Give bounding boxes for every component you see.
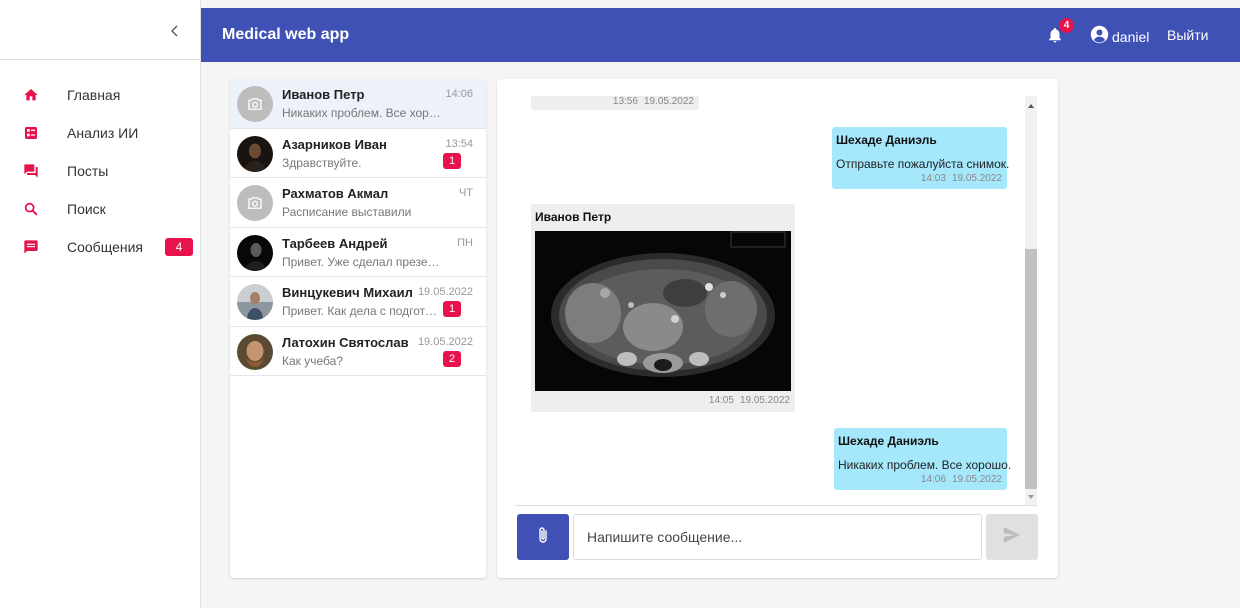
message-text: Никаких проблем. Все хорошо.: [838, 458, 1012, 472]
send-button[interactable]: [986, 514, 1038, 560]
chat-item[interactable]: Винцукевич Михаил Привет. Как дела с под…: [230, 277, 486, 327]
logout-button[interactable]: Выйти: [1167, 27, 1208, 43]
unread-badge: 4: [164, 238, 193, 256]
chat-time: 14:06: [445, 88, 473, 100]
conversation-panel: 13:56 19.05.2022 Шехаде Даниэль Отправьте…: [497, 79, 1058, 578]
chat-item[interactable]: Иванов Петр Никаких проблем. Все хорошо.…: [230, 79, 486, 129]
chat-time: 13:54: [445, 137, 473, 150]
sidebar-item-label: Посты: [67, 163, 109, 179]
sidebar-item-home[interactable]: Главная: [0, 76, 200, 114]
scroll-down-icon[interactable]: [1028, 495, 1034, 499]
chat-item[interactable]: Азарников Иван Здравствуйте. 13:54 1: [230, 129, 486, 178]
account-circle-icon: [1090, 25, 1109, 49]
camera-icon: [237, 86, 273, 122]
sidebar-item-posts[interactable]: Посты: [0, 152, 200, 190]
divider: [515, 505, 1037, 506]
avatar: [237, 135, 273, 172]
sidebar-item-label: Сообщения: [67, 239, 143, 255]
message-author: Шехаде Даниэль: [838, 434, 939, 448]
message-meta: 13:56 19.05.2022: [612, 96, 694, 107]
sidebar-item-label: Анализ ИИ: [67, 125, 139, 141]
unread-badge: 1: [443, 152, 461, 169]
message-incoming: Иванов Петр 14:05 19.05.2022: [531, 204, 795, 412]
notification-badge: 4: [1059, 18, 1074, 33]
chat-item[interactable]: Тарбеев Андрей Привет. Уже сделал презен…: [230, 228, 486, 277]
sidebar-item-ai-analysis[interactable]: Анализ ИИ: [0, 114, 200, 152]
chat-time: 19.05.2022: [417, 335, 473, 348]
chat-preview: Никаких проблем. Все хорошо.: [282, 106, 442, 120]
paperclip-icon: [537, 526, 549, 549]
unread-badge: 2: [443, 350, 461, 367]
message-text: Отправьте пожалуйста снимок.: [836, 157, 1010, 171]
message-icon: [22, 238, 40, 256]
sidebar-item-search[interactable]: Поиск: [0, 190, 200, 228]
chat-item[interactable]: Рахматов Акмал Расписание выставили ЧТ: [230, 178, 486, 228]
app-title: Medical web app: [222, 26, 350, 43]
chat-name: Азарников Иван: [282, 136, 387, 152]
chat-preview: Расписание выставили: [282, 205, 412, 219]
message-list[interactable]: 13:56 19.05.2022 Шехаде Даниэль Отправьте…: [515, 96, 1025, 505]
chat-name: Латохин Святослав: [282, 334, 409, 350]
chat-preview: Здравствуйте.: [282, 155, 362, 170]
chat-time: ПН: [457, 236, 473, 249]
message-author: Шехаде Даниэль: [836, 133, 937, 147]
chat-time: 19.05.2022: [417, 286, 473, 298]
message-meta: 14:06 19.05.2022: [920, 474, 1002, 485]
home-icon: [22, 86, 40, 104]
message-meta: 14:05 19.05.2022: [708, 395, 790, 406]
chat-name: Рахматов Акмал: [282, 186, 389, 201]
username: daniel: [1112, 29, 1150, 45]
avatar: [237, 234, 273, 271]
attach-button[interactable]: [517, 514, 569, 560]
forum-icon: [22, 162, 40, 180]
message-outgoing: Шехаде Даниэль Отправьте пожалуйста сним…: [832, 127, 1010, 189]
sidebar-item-label: Главная: [67, 87, 121, 103]
sidebar-nav: Главная Анализ ИИ Посты Поиск Сообщения: [0, 76, 200, 266]
sidebar-top: [0, 0, 200, 60]
message-author: Иванов Петр: [535, 210, 612, 224]
sidebar-item-label: Поиск: [67, 201, 106, 217]
message-incoming: 13:56 19.05.2022: [531, 96, 699, 110]
unread-badge: 1: [443, 301, 461, 317]
camera-icon: [237, 185, 273, 221]
message-meta: 14:03 19.05.2022: [920, 173, 1002, 184]
app-header: Medical web app 4 daniel Выйти: [201, 8, 1240, 62]
chat-preview: Привет. Уже сделал презентацию?: [282, 254, 442, 269]
chat-name: Тарбеев Андрей: [282, 235, 388, 251]
chat-preview: Привет. Как дела с подготовкой?: [282, 304, 442, 318]
chevron-left-icon[interactable]: [168, 24, 182, 38]
avatar: [237, 333, 273, 370]
scroll-thumb[interactable]: [1025, 249, 1037, 489]
avatar: [237, 284, 273, 320]
chat-name: Иванов Петр: [282, 87, 365, 102]
mri-scan-image[interactable]: [535, 231, 791, 391]
dashboard-icon: [22, 124, 40, 142]
sidebar-item-messages[interactable]: Сообщения 4: [0, 228, 200, 266]
message-scrollbar[interactable]: [1025, 96, 1037, 505]
chat-name: Винцукевич Михаил: [282, 285, 413, 300]
chat-list: Иванов Петр Никаких проблем. Все хорошо.…: [230, 79, 486, 578]
sidebar: Главная Анализ ИИ Посты Поиск Сообщения: [0, 0, 201, 608]
message-outgoing: Шехаде Даниэль Никаких проблем. Все хоро…: [834, 428, 1011, 490]
chat-item[interactable]: Латохин Святослав Как учеба? 19.05.2022 …: [230, 327, 486, 376]
send-icon: [1003, 526, 1021, 548]
message-input[interactable]: [573, 514, 982, 560]
scroll-up-icon[interactable]: [1028, 104, 1034, 108]
search-icon: [22, 200, 40, 218]
chat-preview: Как учеба?: [282, 353, 343, 368]
user-menu-button[interactable]: daniel: [1090, 25, 1149, 49]
chat-time: ЧТ: [458, 187, 473, 199]
